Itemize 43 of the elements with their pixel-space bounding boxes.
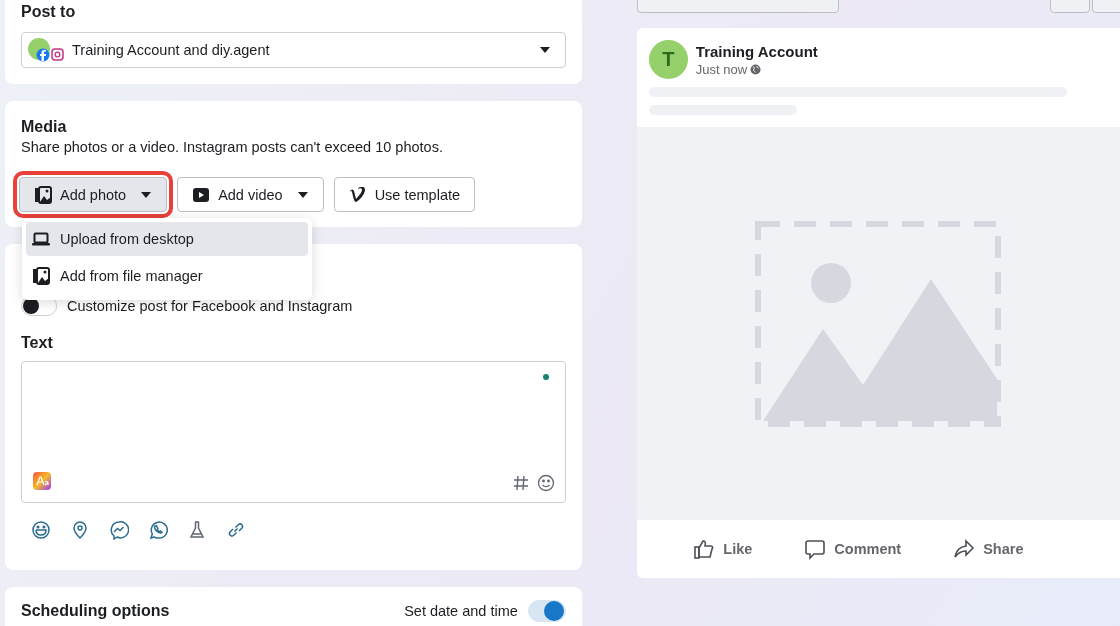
link-icon[interactable]: [226, 520, 246, 540]
hashtag-icon[interactable]: [512, 474, 529, 492]
section-heading: Media: [21, 117, 68, 137]
speech-bubble-icon: [804, 538, 827, 560]
smiley-icon[interactable]: [31, 520, 51, 540]
post-text-field[interactable]: [21, 361, 566, 503]
account-name: Training Account: [695, 43, 818, 60]
section-heading: Post to: [21, 2, 77, 22]
emoji-icon[interactable]: [536, 474, 555, 492]
post-time: Just now: [695, 62, 748, 77]
toggle-label: Set date and time: [404, 603, 518, 619]
image-placeholder-icon: [755, 220, 1002, 427]
text-style-icon[interactable]: [33, 472, 51, 490]
share-arrow-icon: [953, 538, 976, 560]
location-pin-icon[interactable]: [70, 520, 90, 540]
photo-icon: [34, 185, 52, 204]
account-avatars-icon: [28, 37, 64, 63]
section-heading: Text: [21, 333, 54, 353]
account-select[interactable]: Training Account and diy.agent: [21, 32, 566, 68]
messenger-icon[interactable]: [109, 520, 129, 540]
laptop-icon: [32, 231, 50, 247]
globe-icon: [750, 64, 762, 75]
flask-icon[interactable]: [187, 520, 207, 540]
whatsapp-icon[interactable]: [148, 520, 168, 540]
like-button[interactable]: Like: [687, 537, 759, 561]
menu-item[interactable]: Upload from desktop: [26, 222, 308, 256]
thumbs-up-icon: [693, 538, 716, 560]
date-time-toggle[interactable]: [527, 600, 566, 622]
caret-icon: [538, 46, 551, 54]
menu-item[interactable]: Add from file manager: [26, 259, 308, 293]
use-template-button[interactable]: Use template: [333, 177, 476, 212]
add-video-button[interactable]: Add video: [177, 177, 324, 212]
share-button[interactable]: Share: [947, 537, 1030, 561]
v-logo-icon: [348, 186, 367, 203]
media-description: Share photos or a video. Instagram posts can't exceed 10 photos.: [21, 139, 444, 155]
photo-icon: [32, 267, 50, 285]
section-heading: Scheduling options: [21, 601, 170, 621]
comment-button[interactable]: Comment: [798, 537, 908, 561]
caret-icon: [296, 190, 309, 199]
avatar: T: [648, 40, 688, 79]
video-icon: [192, 186, 211, 203]
toggle-label: Customize post for Facebook and Instagram: [67, 298, 353, 314]
caret-icon: [140, 190, 153, 199]
